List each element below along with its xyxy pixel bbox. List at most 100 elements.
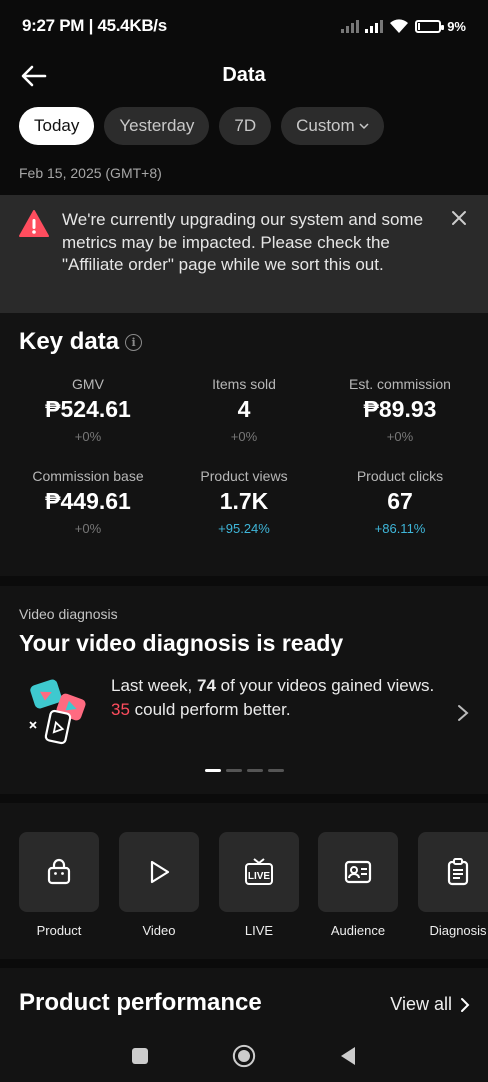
video-diagnosis-title: Your video diagnosis is ready: [19, 630, 344, 656]
chevron-right-icon: [461, 997, 470, 1012]
chevron-right-icon[interactable]: [456, 703, 470, 723]
key-data-section: Key data i GMV ₱524.61 +0% Items sold 4 …: [0, 313, 488, 576]
battery-icon: [415, 19, 445, 33]
tab-label: Custom: [296, 116, 355, 135]
alert-text: We're currently upgrading our system and…: [62, 210, 424, 274]
svg-text:LIVE: LIVE: [248, 871, 271, 882]
metric-change: +0%: [74, 429, 102, 444]
video-diagnosis-message: Last week, 74 of your videos gained view…: [111, 674, 441, 722]
tool-label: LIVE: [244, 923, 274, 938]
tab-label: Today: [34, 116, 80, 135]
carousel-dot: [247, 769, 263, 772]
message-text: Last week,: [111, 676, 197, 695]
message-text: of your videos gained views.: [215, 676, 435, 695]
metric-change: +0%: [386, 429, 414, 444]
status-icons: 9%: [341, 18, 466, 34]
recents-button[interactable]: [128, 1044, 152, 1068]
tool-icon-box: [318, 832, 398, 912]
metric-value: ₱89.93: [363, 396, 437, 422]
arrow-left-icon[interactable]: [18, 60, 50, 92]
carousel-dot: [226, 769, 242, 772]
tool-label: Product: [36, 923, 82, 938]
tool-video[interactable]: Video: [119, 832, 199, 938]
home-circle-icon: [232, 1044, 256, 1068]
metric-product-clicks[interactable]: Product clicks 67 +86.11%: [322, 467, 478, 549]
wifi-icon: [390, 19, 409, 33]
metric-product-views[interactable]: Product views 1.7K +95.24%: [166, 467, 322, 549]
view-all-link[interactable]: View all: [390, 994, 470, 1015]
metric-label: Commission base: [32, 468, 144, 484]
page-title: Data: [222, 63, 266, 86]
clipboard-icon: [447, 858, 469, 886]
video-diagnosis-card[interactable]: Video diagnosis Your video diagnosis is …: [0, 586, 488, 794]
message-text: could perform better.: [129, 700, 291, 719]
metric-label: Product clicks: [356, 468, 444, 484]
tool-live[interactable]: LIVE LIVE: [219, 832, 299, 938]
shopping-bag-icon: [47, 858, 71, 885]
improvable-count: 35: [111, 700, 130, 719]
section-title: Key data: [19, 328, 120, 355]
date-range-tabs: Today Yesterday 7D Custom: [19, 107, 384, 145]
tab-7d[interactable]: 7D: [219, 107, 272, 145]
system-alert-banner: We're currently upgrading our system and…: [0, 195, 488, 313]
status-bar: 9:27 PM | 45.4KB/s 9%: [0, 0, 488, 52]
metric-label: Est. commission: [349, 376, 451, 392]
view-all-label: View all: [390, 994, 452, 1014]
metric-label: Items sold: [212, 376, 276, 392]
tab-custom[interactable]: Custom: [281, 107, 384, 145]
video-illustration-icon: [29, 679, 86, 745]
tool-icon-box: [418, 832, 488, 912]
tool-icon-box: [19, 832, 99, 912]
status-time: 9:27 PM | 45.4KB/s: [22, 16, 167, 35]
tool-label: Video: [142, 923, 176, 938]
metric-gmv[interactable]: GMV ₱524.61 +0%: [10, 375, 166, 457]
carousel-indicator: [205, 769, 284, 772]
tab-label: 7D: [234, 116, 257, 135]
signal-icon: [341, 19, 360, 33]
metric-value: ₱449.61: [45, 488, 131, 514]
metric-est-commission[interactable]: Est. commission ₱89.93 +0%: [322, 375, 478, 457]
metric-value: 67: [387, 488, 413, 514]
tool-product[interactable]: Product: [19, 832, 99, 938]
tab-yesterday[interactable]: Yesterday: [104, 107, 210, 145]
gained-count: 74: [197, 676, 216, 695]
tool-icon-box: LIVE: [219, 832, 299, 912]
metric-label: GMV: [72, 376, 104, 392]
metric-items-sold[interactable]: Items sold 4 +0%: [166, 375, 322, 457]
tool-audience[interactable]: Audience: [318, 832, 398, 938]
date-range-text: Feb 15, 2025 (GMT+8): [19, 165, 162, 181]
metric-commission-base[interactable]: Commission base ₱449.61 +0%: [10, 467, 166, 549]
play-icon: [150, 860, 170, 884]
header: Data: [0, 52, 488, 98]
carousel-dot: [268, 769, 284, 772]
home-button[interactable]: [232, 1044, 256, 1068]
tool-label: Diagnosis: [429, 923, 487, 938]
triangle-back-icon: [341, 1047, 355, 1065]
metric-change: +95.24%: [218, 521, 270, 536]
id-card-icon: [344, 860, 372, 884]
key-data-title: Key data i: [19, 328, 143, 356]
tool-diagnosis[interactable]: Diagnosis: [418, 832, 488, 938]
close-icon[interactable]: [450, 209, 468, 227]
warning-icon: [19, 210, 49, 237]
back-button[interactable]: [336, 1044, 360, 1068]
tool-icon-box: [119, 832, 199, 912]
live-tv-icon: LIVE: [245, 858, 273, 885]
quick-tools-row: Product Video LIVE LIVE Audience Diagnos…: [0, 803, 488, 959]
square-icon: [132, 1048, 148, 1064]
tab-today[interactable]: Today: [19, 107, 95, 145]
signal-icon: [365, 19, 384, 33]
system-navigation-bar: [0, 1030, 488, 1082]
metric-change: +0%: [230, 429, 258, 444]
metric-value: 4: [237, 396, 251, 422]
metric-label: Product views: [200, 468, 288, 484]
metric-change: +86.11%: [374, 521, 426, 536]
product-performance-title: Product performance: [19, 989, 262, 1016]
tab-label: Yesterday: [119, 116, 195, 135]
info-icon[interactable]: i: [125, 333, 143, 351]
carousel-dot: [205, 769, 221, 772]
metric-value: ₱524.61: [45, 396, 131, 422]
metrics-grid: GMV ₱524.61 +0% Items sold 4 +0% Est. co…: [10, 375, 478, 549]
video-diagnosis-label: Video diagnosis: [19, 606, 118, 622]
metric-change: +0%: [74, 521, 102, 536]
